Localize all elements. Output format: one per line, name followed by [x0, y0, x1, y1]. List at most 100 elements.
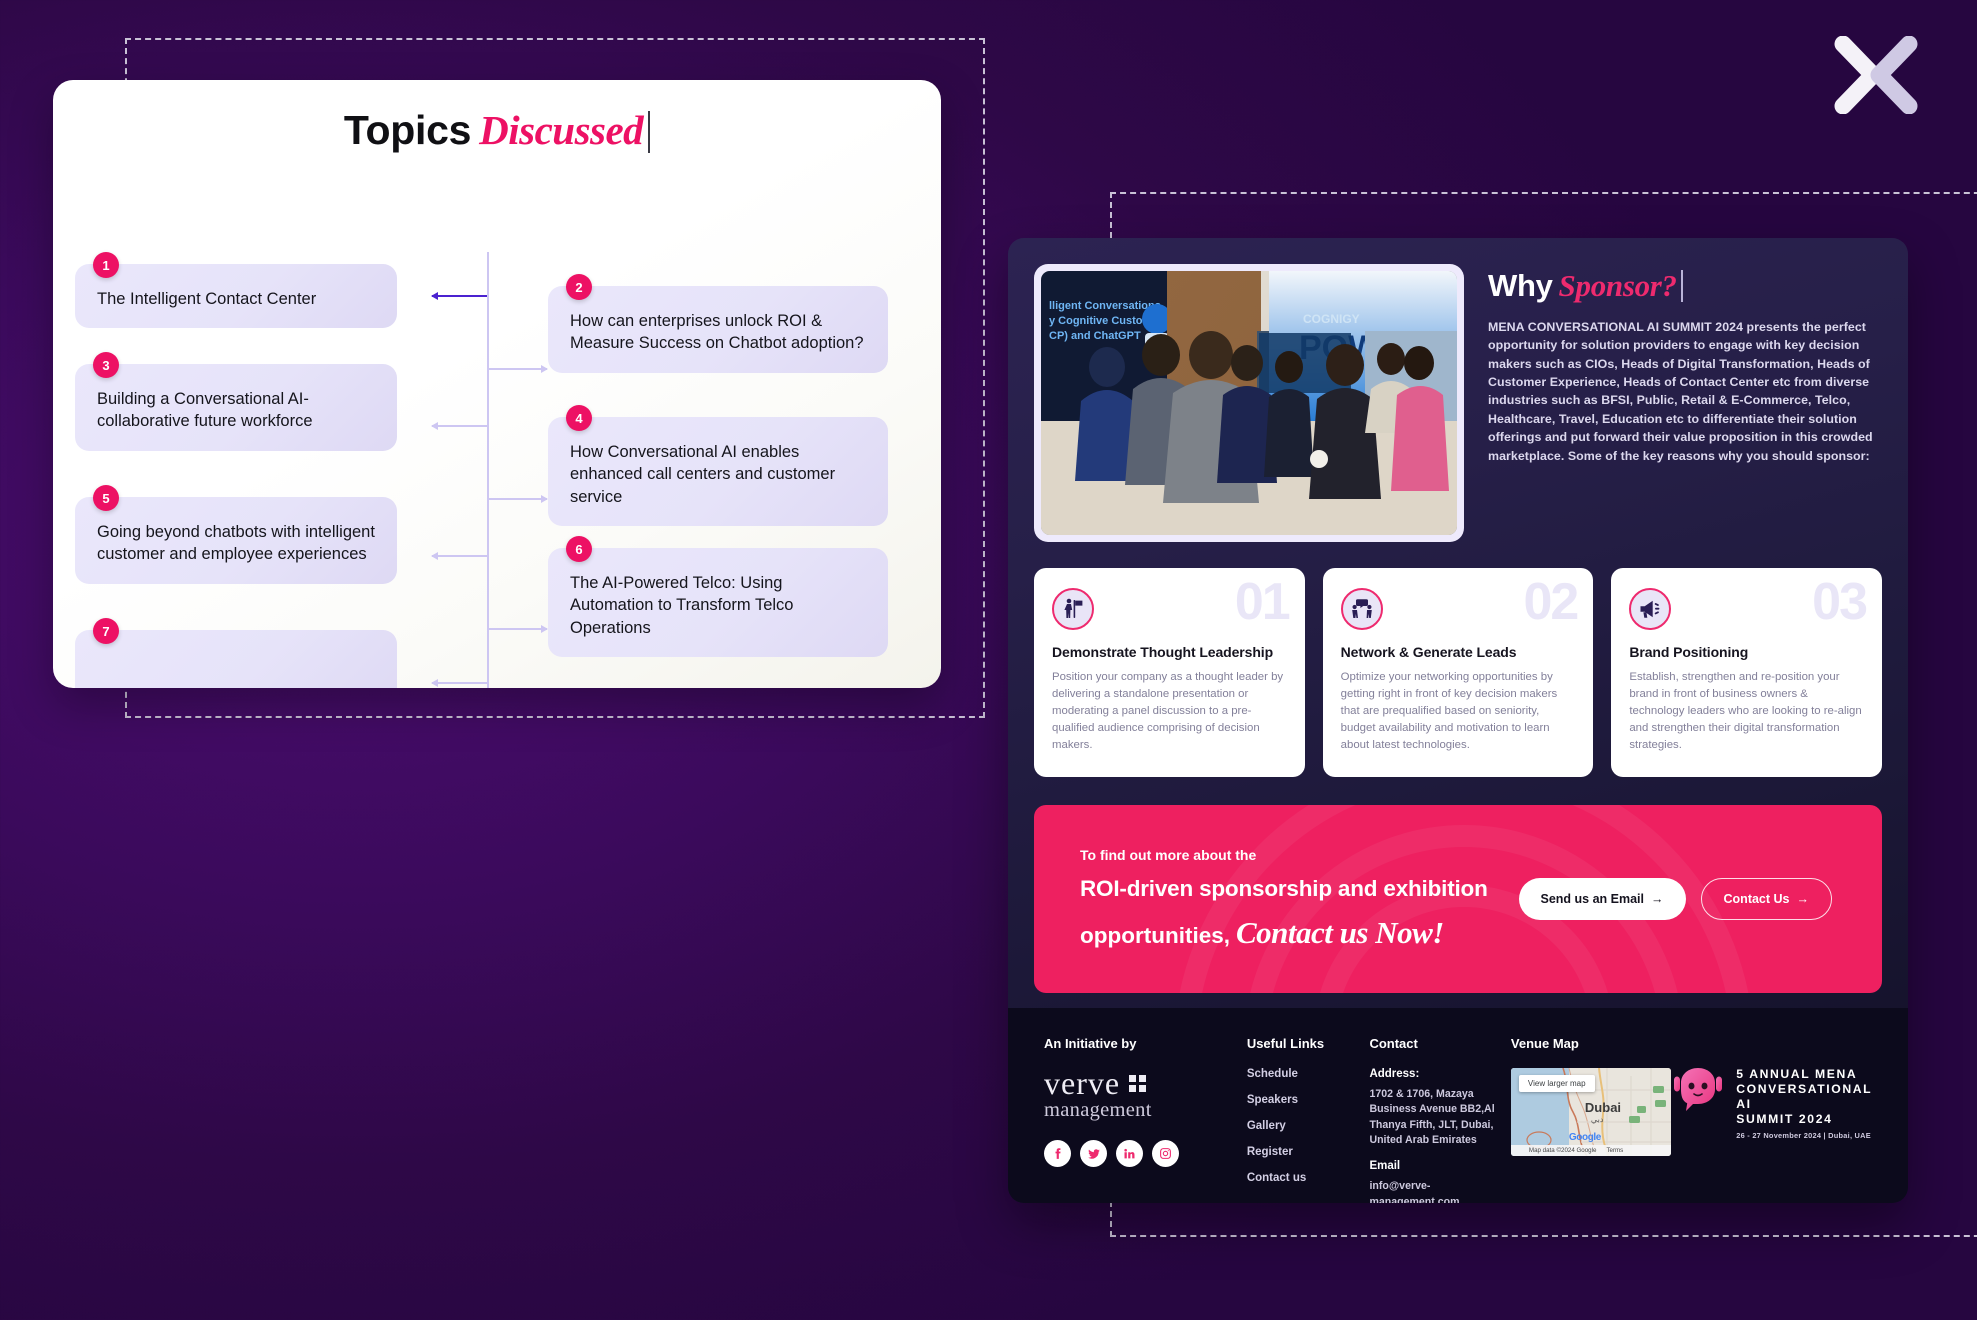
- svg-text:lligent Conversations: lligent Conversations: [1049, 300, 1161, 312]
- topic-badge: 3: [93, 352, 119, 378]
- topic-item-7[interactable]: 7: [75, 618, 397, 688]
- sponsor-hero: lligent Conversations y Cognitive Custom…: [1008, 238, 1908, 542]
- summit-wordmark: 5 ANNUAL MENA CONVERSATIONAL AI SUMMIT 2…: [1736, 1064, 1872, 1140]
- view-larger-map-button[interactable]: View larger map: [1518, 1075, 1595, 1092]
- title-plain: Topics: [343, 107, 472, 153]
- benefit-desc: Optimize your networking opportunities b…: [1340, 671, 1558, 752]
- address-label: Address:: [1369, 1068, 1420, 1080]
- map-city-label-arabic: دبي: [1590, 1115, 1604, 1124]
- presenter-icon: [1052, 588, 1094, 630]
- cta-line-2: ROI-driven sponsorship and exhibition: [1080, 875, 1488, 901]
- topic-label: The Intelligent Contact Center: [97, 290, 317, 308]
- verve-logo: verve management: [1044, 1067, 1247, 1122]
- benefit-title: Demonstrate Thought Leadership: [1052, 644, 1274, 660]
- topic-badge: 7: [93, 618, 119, 644]
- benefit-desc: Establish, strengthen and re-position yo…: [1629, 671, 1862, 752]
- title-caret: [648, 111, 651, 153]
- connector-1: [431, 292, 487, 300]
- why-sponsor-text: Why Sponsor? MENA CONVERSATIONAL AI SUMMI…: [1488, 264, 1882, 542]
- event-photo-frame: lligent Conversations y Cognitive Custom…: [1034, 264, 1464, 542]
- topics-flow: 1 The Intelligent Contact Center 2 How c…: [53, 252, 941, 688]
- topic-badge: 5: [93, 485, 119, 511]
- contact-heading: Contact: [1369, 1036, 1418, 1051]
- benefit-number: 01: [1234, 573, 1291, 631]
- facebook-icon[interactable]: [1044, 1140, 1071, 1168]
- benefit-card-3: 03 Brand Positioning Establish, strength…: [1611, 568, 1883, 777]
- send-email-label: Send us an Email: [1540, 891, 1645, 906]
- footer-link-register[interactable]: Register: [1247, 1146, 1370, 1158]
- verve-wordmark: verve: [1044, 1067, 1247, 1099]
- why-sponsor-body: MENA CONVERSATIONAL AI SUMMIT 2024 prese…: [1488, 320, 1873, 463]
- contact-cta-banner: To find out more about the ROI-driven sp…: [1034, 804, 1883, 993]
- topic-item-1[interactable]: 1 The Intelligent Contact Center: [75, 252, 397, 329]
- send-email-button[interactable]: Send us an Email →: [1518, 877, 1686, 920]
- flow-spine: [487, 252, 489, 688]
- networking-icon: [1340, 588, 1383, 630]
- connector-4: [489, 495, 548, 503]
- benefit-cards: 01 Demonstrate Thought Leadership Positi…: [1008, 542, 1908, 777]
- benefit-desc: Position your company as a thought leade…: [1052, 671, 1284, 752]
- topic-label: How can enterprises unlock ROI & Measure…: [570, 312, 864, 353]
- why-sponsor-title: Why Sponsor?: [1488, 270, 1882, 302]
- summit-date: 26 - 27 November 2024 | Dubai, UAE: [1736, 1130, 1871, 1140]
- event-photo: lligent Conversations y Cognitive Custom…: [1041, 271, 1457, 535]
- benefit-card-1: 01 Demonstrate Thought Leadership Positi…: [1034, 568, 1305, 777]
- page-title: Topics Discussed: [53, 110, 941, 153]
- map-terms-link[interactable]: Terms: [1606, 1147, 1623, 1154]
- benefit-number: 02: [1523, 573, 1580, 631]
- footer-link-speakers[interactable]: Speakers: [1247, 1094, 1370, 1106]
- summit-line-1-text: 5 ANNUAL MENA: [1736, 1067, 1858, 1081]
- summit-line-1: 5 ANNUAL MENA: [1736, 1067, 1872, 1082]
- canvas: Topics Discussed 1 The Intelligent Contac…: [0, 0, 1977, 1320]
- email-label: Email: [1369, 1160, 1401, 1173]
- benefit-number: 03: [1812, 573, 1868, 631]
- map-city-label: Dubai: [1584, 1100, 1622, 1115]
- topic-item-3[interactable]: 3 Building a Conversational AI-collabora…: [75, 352, 397, 451]
- topic-item-2[interactable]: 2 How can enterprises unlock ROI & Measu…: [548, 274, 888, 373]
- footer-link-schedule[interactable]: Schedule: [1247, 1068, 1370, 1080]
- contact-us-button[interactable]: Contact Us →: [1700, 877, 1832, 920]
- topic-badge: 2: [566, 274, 592, 300]
- topic-item-4[interactable]: 4 How Conversational AI enables enhanced…: [548, 405, 888, 526]
- footer-link-gallery[interactable]: Gallery: [1247, 1120, 1370, 1132]
- why-title-plain: Why: [1488, 268, 1553, 303]
- useful-links-heading: Useful Links: [1246, 1036, 1325, 1051]
- arrow-right-icon: →: [1651, 891, 1664, 906]
- instagram-icon[interactable]: [1152, 1140, 1179, 1168]
- connector-3: [431, 422, 487, 430]
- x-logo-icon: [1834, 36, 1918, 114]
- verve-subtext: management: [1044, 1099, 1152, 1122]
- summit-line-2: CONVERSATIONAL AI: [1736, 1081, 1872, 1111]
- cta-line-3-plain: opportunities,: [1080, 922, 1230, 948]
- cta-buttons: Send us an Email → Contact Us →: [1518, 877, 1883, 920]
- google-logo: Google: [1568, 1132, 1601, 1143]
- cta-line-3: opportunities, Contact us Now!: [1080, 915, 1519, 951]
- linkedin-icon[interactable]: [1116, 1140, 1143, 1168]
- topic-badge: 6: [566, 536, 592, 562]
- social-links: [1044, 1140, 1247, 1168]
- topic-item-6[interactable]: 6 The AI-Powered Telco: Using Automation…: [548, 536, 888, 657]
- arrow-right-icon: →: [1796, 891, 1810, 906]
- benefit-title: Network & Generate Leads: [1340, 644, 1517, 660]
- title-accent: Discussed: [479, 107, 644, 153]
- why-sponsor-panel: lligent Conversations y Cognitive Custom…: [1008, 238, 1908, 1203]
- topic-label: Going beyond chatbots with intelligent c…: [97, 523, 375, 564]
- footer-map-column: Venue Map View larger map Dubai دبي Goog…: [1510, 1036, 1671, 1203]
- email-value[interactable]: info@verve-management.com: [1369, 1179, 1510, 1203]
- twitter-icon[interactable]: [1080, 1140, 1107, 1168]
- venue-map[interactable]: View larger map Dubai دبي Google Map dat…: [1510, 1068, 1671, 1156]
- summit-line-3: SUMMIT 2024: [1736, 1111, 1833, 1126]
- footer-brand-column: An Initiative by verve management: [1044, 1036, 1247, 1203]
- topics-discussed-card: Topics Discussed 1 The Intelligent Contac…: [53, 80, 941, 688]
- footer-link-contact-us[interactable]: Contact us: [1247, 1172, 1370, 1184]
- chatbot-icon: [1674, 1068, 1723, 1111]
- svg-text:COGNIGY: COGNIGY: [1303, 312, 1360, 326]
- topic-badge: 4: [566, 405, 592, 431]
- connector-2: [489, 365, 548, 373]
- verve-squares-icon: [1129, 1074, 1147, 1092]
- topic-label: The AI-Powered Telco: Using Automation t…: [570, 574, 794, 637]
- cta-copy: To find out more about the ROI-driven sp…: [1034, 847, 1519, 951]
- connector-6: [489, 625, 548, 633]
- topic-badge: 1: [93, 252, 119, 278]
- topic-item-5[interactable]: 5 Going beyond chatbots with intelligent…: [75, 485, 397, 584]
